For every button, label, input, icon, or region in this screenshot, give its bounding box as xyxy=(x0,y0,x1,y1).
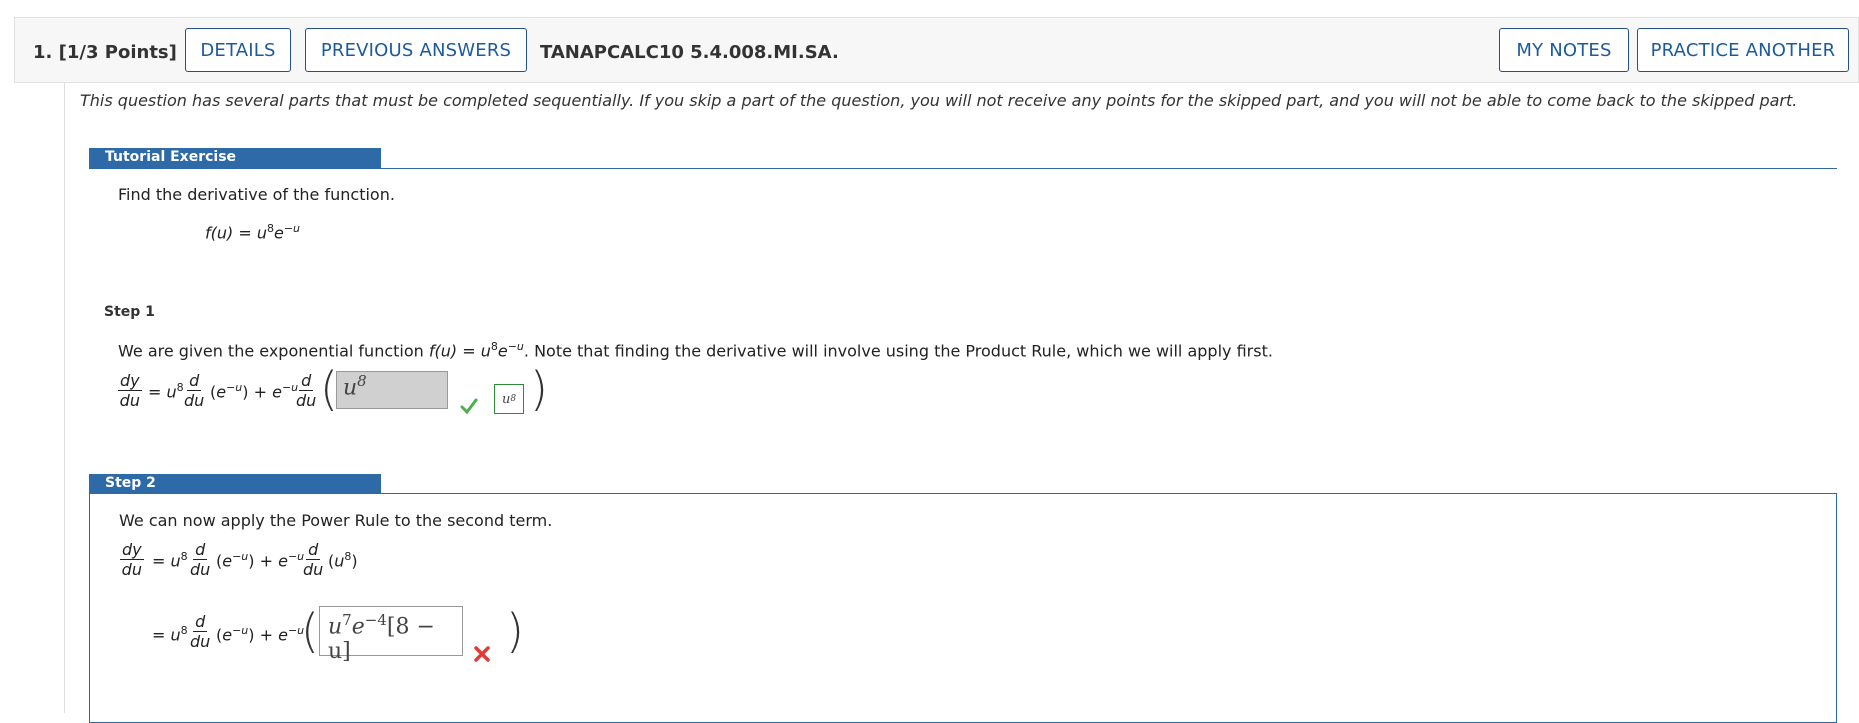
step2-tab: Step 2 xyxy=(89,474,381,494)
step1-text: We are given the exponential function f(… xyxy=(118,340,1273,361)
previous-answers-button[interactable]: PREVIOUS ANSWERS xyxy=(305,28,527,72)
correct-answer-box: u8 xyxy=(494,384,524,414)
instructions-text: This question has several parts that mus… xyxy=(80,91,1798,110)
question-id: TANAPCALC10 5.4.008.MI.SA. xyxy=(540,42,839,63)
checkmark-icon xyxy=(460,398,478,414)
function-definition: f(u) = u8e−u xyxy=(205,222,301,243)
details-button[interactable]: DETAILS xyxy=(185,28,291,72)
step1-answer-input[interactable]: u8 xyxy=(336,371,448,409)
step2-text: We can now apply the Power Rule to the s… xyxy=(119,511,553,530)
points-label: [1/3 Points] xyxy=(58,42,177,63)
dy-du-fraction: dy du xyxy=(118,371,142,410)
content-left-border xyxy=(64,83,65,713)
tutorial-prompt: Find the derivative of the function. xyxy=(118,185,395,204)
my-notes-button[interactable]: MY NOTES xyxy=(1499,28,1629,72)
tutorial-exercise-tab: Tutorial Exercise xyxy=(89,148,381,168)
x-mark-icon xyxy=(474,646,490,662)
question-number: 1. [1/3 Points] xyxy=(33,42,177,63)
step1-label: Step 1 xyxy=(104,304,155,320)
tutorial-rule xyxy=(89,168,1837,169)
practice-another-button[interactable]: PRACTICE ANOTHER xyxy=(1637,28,1849,72)
question-header: 1. [1/3 Points] DETAILS PREVIOUS ANSWERS… xyxy=(14,17,1859,83)
step2-answer-input[interactable]: u7e−4[8 − u] xyxy=(319,606,463,664)
